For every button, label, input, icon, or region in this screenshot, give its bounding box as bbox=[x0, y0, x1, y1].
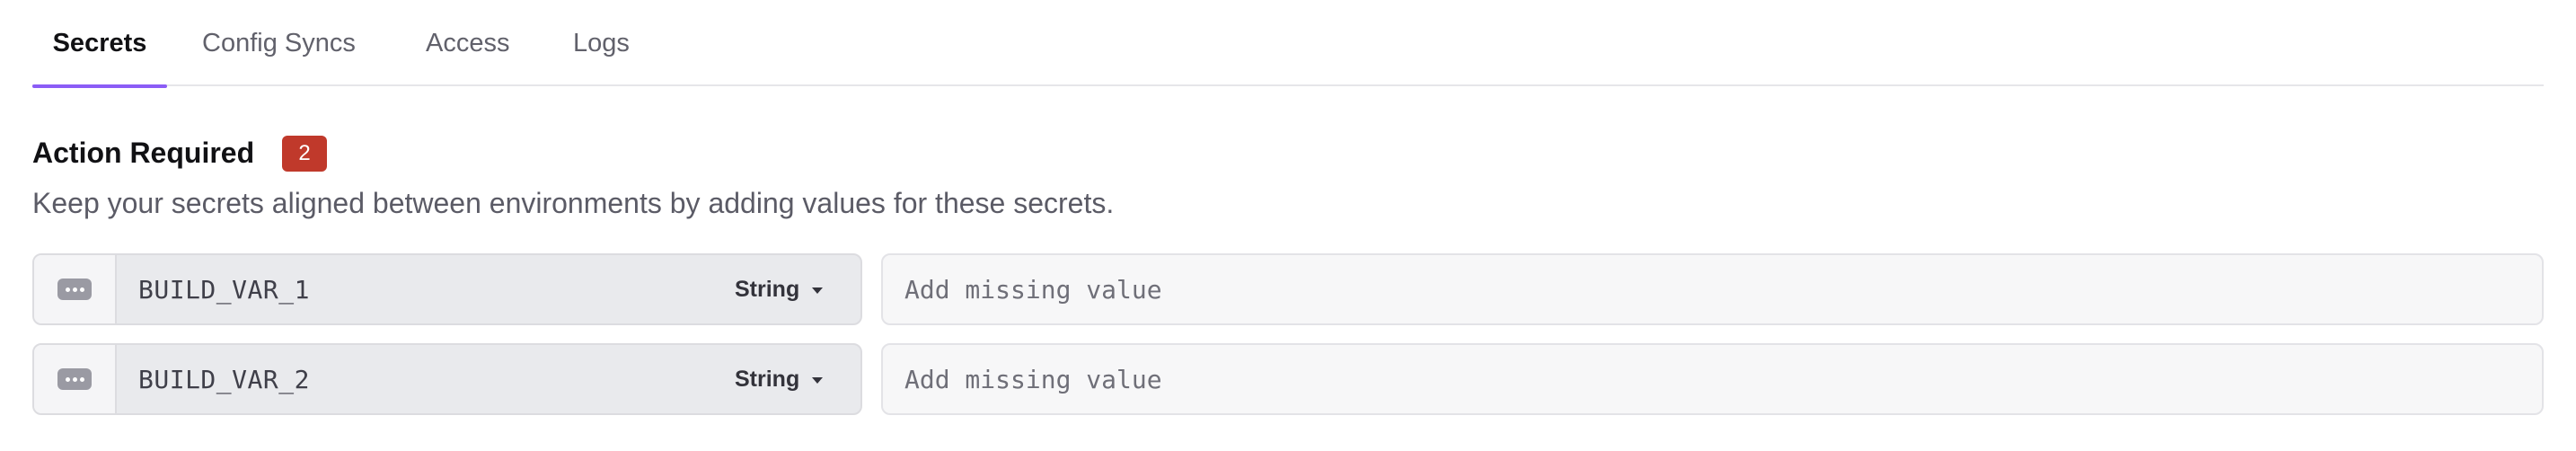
section-title: Action Required bbox=[32, 137, 255, 169]
tab-config-syncs[interactable]: Config Syncs bbox=[202, 0, 356, 86]
secret-row: BUILD_VAR_2 String bbox=[32, 343, 2544, 415]
secret-key-name: BUILD_VAR_1 bbox=[138, 274, 310, 305]
secret-options-button[interactable] bbox=[34, 345, 117, 413]
secret-key-group: BUILD_VAR_1 String bbox=[32, 253, 862, 325]
secret-type-dropdown[interactable]: String bbox=[735, 255, 824, 323]
secret-type-dropdown[interactable]: String bbox=[735, 345, 824, 413]
tab-access[interactable]: Access bbox=[426, 0, 509, 86]
secret-key-group: BUILD_VAR_2 String bbox=[32, 343, 862, 415]
secret-value-input[interactable] bbox=[881, 343, 2544, 415]
secret-options-button[interactable] bbox=[34, 255, 117, 323]
secret-type-label: String bbox=[735, 276, 800, 302]
dots-horizontal-icon bbox=[57, 368, 92, 390]
tab-secrets[interactable]: Secrets bbox=[32, 0, 167, 88]
secret-key-name: BUILD_VAR_2 bbox=[138, 364, 310, 394]
tab-bar: Secrets Config Syncs Access Logs bbox=[32, 0, 2544, 88]
chevron-down-icon bbox=[812, 376, 824, 384]
dots-horizontal-icon bbox=[57, 279, 92, 300]
tab-logs[interactable]: Logs bbox=[573, 0, 630, 86]
section-description: Keep your secrets aligned between enviro… bbox=[32, 187, 1115, 219]
secret-type-label: String bbox=[735, 366, 800, 392]
chevron-down-icon bbox=[812, 287, 824, 294]
count-badge: 2 bbox=[282, 136, 327, 172]
secret-row: BUILD_VAR_1 String bbox=[32, 253, 2544, 325]
secret-value-input[interactable] bbox=[881, 253, 2544, 325]
